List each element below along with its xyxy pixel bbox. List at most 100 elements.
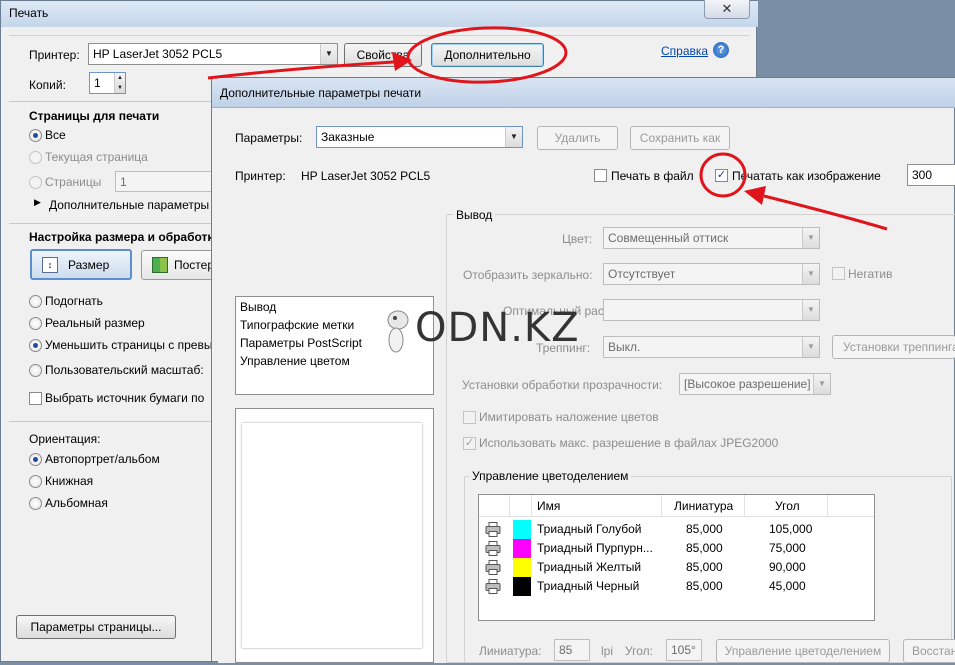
ink-color-swatch xyxy=(513,539,531,558)
print-titlebar: Печать ✕ xyxy=(1,0,758,27)
frequency-input[interactable]: 85 xyxy=(554,639,590,661)
radio-portrait-label: Книжная xyxy=(45,474,94,488)
ink-color-swatch xyxy=(513,558,531,577)
ink-name: Триадный Желтый xyxy=(537,560,642,574)
printer-icon[interactable] xyxy=(485,522,501,537)
page-preview-frame xyxy=(235,408,434,663)
printer-select-value: HP LaserJet 3052 PCL5 xyxy=(93,47,223,61)
category-item[interactable]: Параметры PostScript xyxy=(240,336,362,350)
screen-select[interactable]: ▼ xyxy=(603,299,820,321)
adv-printer-value: HP LaserJet 3052 PCL5 xyxy=(301,169,431,183)
print-to-file-label: Печать в файл xyxy=(611,169,694,183)
category-list[interactable]: Вывод Типографские метки Параметры PostS… xyxy=(235,296,434,395)
size-button[interactable]: ↕ Размер xyxy=(30,249,132,280)
advanced-button[interactable]: Дополнительно xyxy=(431,43,544,67)
radio-portrait[interactable] xyxy=(29,475,42,488)
negative-checkbox[interactable] xyxy=(832,267,845,280)
save-as-button[interactable]: Сохранить как xyxy=(630,126,730,150)
more-options-link[interactable]: Дополнительные параметры xyxy=(49,198,209,212)
dropdown-arrow-icon: ▼ xyxy=(505,127,522,147)
simulate-overprint-checkbox[interactable] xyxy=(463,411,476,424)
poster-button-label: Постер xyxy=(174,258,215,272)
printer-select[interactable]: HP LaserJet 3052 PCL5 ▼ xyxy=(88,43,338,65)
table-header: Имя Линиатура Угол xyxy=(479,495,874,517)
printer-icon[interactable] xyxy=(485,579,501,594)
printer-icon[interactable] xyxy=(485,560,501,575)
trapping-select[interactable]: Выкл. ▼ xyxy=(603,336,820,358)
ink-name: Триадный Пурпурн... xyxy=(537,541,653,555)
dpi-select[interactable]: 300 xyxy=(907,164,955,186)
ink-frequency: 85,000 xyxy=(686,579,723,593)
radio-custom-scale[interactable] xyxy=(29,364,42,377)
category-item[interactable]: Вывод xyxy=(240,300,276,314)
output-group-title: Вывод xyxy=(453,208,496,222)
category-item[interactable]: Управление цветом xyxy=(240,354,350,368)
advanced-titlebar: Дополнительные параметры печати xyxy=(212,78,955,108)
adv-printer-label: Принтер: xyxy=(235,169,286,183)
table-row[interactable]: Триадный Голубой 85,000 105,000 xyxy=(479,520,874,539)
size-icon: ↕ xyxy=(42,257,58,273)
radio-shrink[interactable] xyxy=(29,339,42,352)
printer-icon[interactable] xyxy=(485,541,501,556)
help-icon[interactable]: ? xyxy=(713,42,729,58)
page-preview xyxy=(242,423,422,648)
help-link[interactable]: Справка xyxy=(661,44,708,58)
column-frequency[interactable]: Линиатура xyxy=(674,499,733,513)
trapping-value: Выкл. xyxy=(608,340,641,354)
copies-label: Копий: xyxy=(29,78,66,92)
print-to-file-checkbox[interactable] xyxy=(594,169,607,182)
screen-label: Оптимальный растр: xyxy=(503,304,620,318)
pages-section-title: Страницы для печати xyxy=(29,109,160,123)
radio-landscape[interactable] xyxy=(29,497,42,510)
mirror-select[interactable]: Отсутствует ▼ xyxy=(603,263,820,285)
radio-actual-size[interactable] xyxy=(29,317,42,330)
print-as-image-checkbox[interactable]: ✓ xyxy=(715,169,728,182)
expand-triangle-icon[interactable]: ▶ xyxy=(34,197,41,208)
radio-pages[interactable] xyxy=(29,176,42,189)
ink-frequency: 85,000 xyxy=(686,560,723,574)
trap-settings-button[interactable]: Установки треппинга xyxy=(832,335,955,359)
radio-fit[interactable] xyxy=(29,295,42,308)
separations-table[interactable]: Имя Линиатура Угол Триадный Голубой 85,00… xyxy=(478,494,875,621)
frequency-label: Линиатура: xyxy=(479,644,542,658)
simulate-overprint-label: Имитировать наложение цветов xyxy=(479,410,659,424)
column-name[interactable]: Имя xyxy=(537,499,560,513)
size-section-title: Настройка размера и обработк xyxy=(29,230,214,244)
angle-input[interactable]: 105° xyxy=(666,639,702,661)
spinner-icon[interactable]: ▲ ▼ xyxy=(114,73,125,93)
page-setup-button[interactable]: Параметры страницы... xyxy=(16,615,176,639)
advanced-title: Дополнительные параметры печати xyxy=(220,86,422,100)
close-icon[interactable]: ✕ xyxy=(704,0,750,19)
size-button-label: Размер xyxy=(68,258,110,272)
lpi-label: lpi xyxy=(601,644,614,658)
radio-auto-orientation[interactable] xyxy=(29,453,42,466)
table-row[interactable]: Триадный Пурпурн... 85,000 75,000 xyxy=(479,539,874,558)
table-row[interactable]: Триадный Желтый 85,000 90,000 xyxy=(479,558,874,577)
separations-group-title: Управление цветоделением xyxy=(469,469,632,483)
column-angle[interactable]: Угол xyxy=(775,499,800,513)
ink-manager-button[interactable]: Управление цветоделением xyxy=(716,639,890,663)
transparency-select[interactable]: [Высокое разрешение] ▼ xyxy=(679,373,831,395)
radio-current-page[interactable] xyxy=(29,151,42,164)
radio-all-label: Все xyxy=(45,128,66,142)
params-select[interactable]: Заказные ▼ xyxy=(316,126,523,148)
copies-input[interactable]: 1 ▲ ▼ xyxy=(89,72,126,94)
color-select[interactable]: Совмещенный оттиск ▼ xyxy=(603,227,820,249)
category-item[interactable]: Типографские метки xyxy=(240,318,354,332)
properties-button[interactable]: Свойства xyxy=(344,43,422,67)
restore-button[interactable]: Восстан xyxy=(903,639,955,663)
delete-button[interactable]: Удалить xyxy=(537,126,618,150)
ink-name: Триадный Голубой xyxy=(537,522,642,536)
paper-source-checkbox[interactable] xyxy=(29,392,42,405)
radio-current-page-label: Текущая страница xyxy=(45,150,148,164)
max-jpeg-checkbox[interactable]: ✓ xyxy=(463,437,476,450)
ink-angle: 105,000 xyxy=(769,522,813,536)
table-row[interactable]: Триадный Черный 85,000 45,000 xyxy=(479,577,874,596)
print-title: Печать xyxy=(9,6,49,20)
radio-all[interactable] xyxy=(29,129,42,142)
dropdown-arrow-icon: ▼ xyxy=(813,374,830,394)
dropdown-arrow-icon: ▼ xyxy=(320,44,337,64)
pages-range-input[interactable]: 1 xyxy=(115,171,215,192)
ink-angle: 90,000 xyxy=(769,560,806,574)
ink-angle: 75,000 xyxy=(769,541,806,555)
